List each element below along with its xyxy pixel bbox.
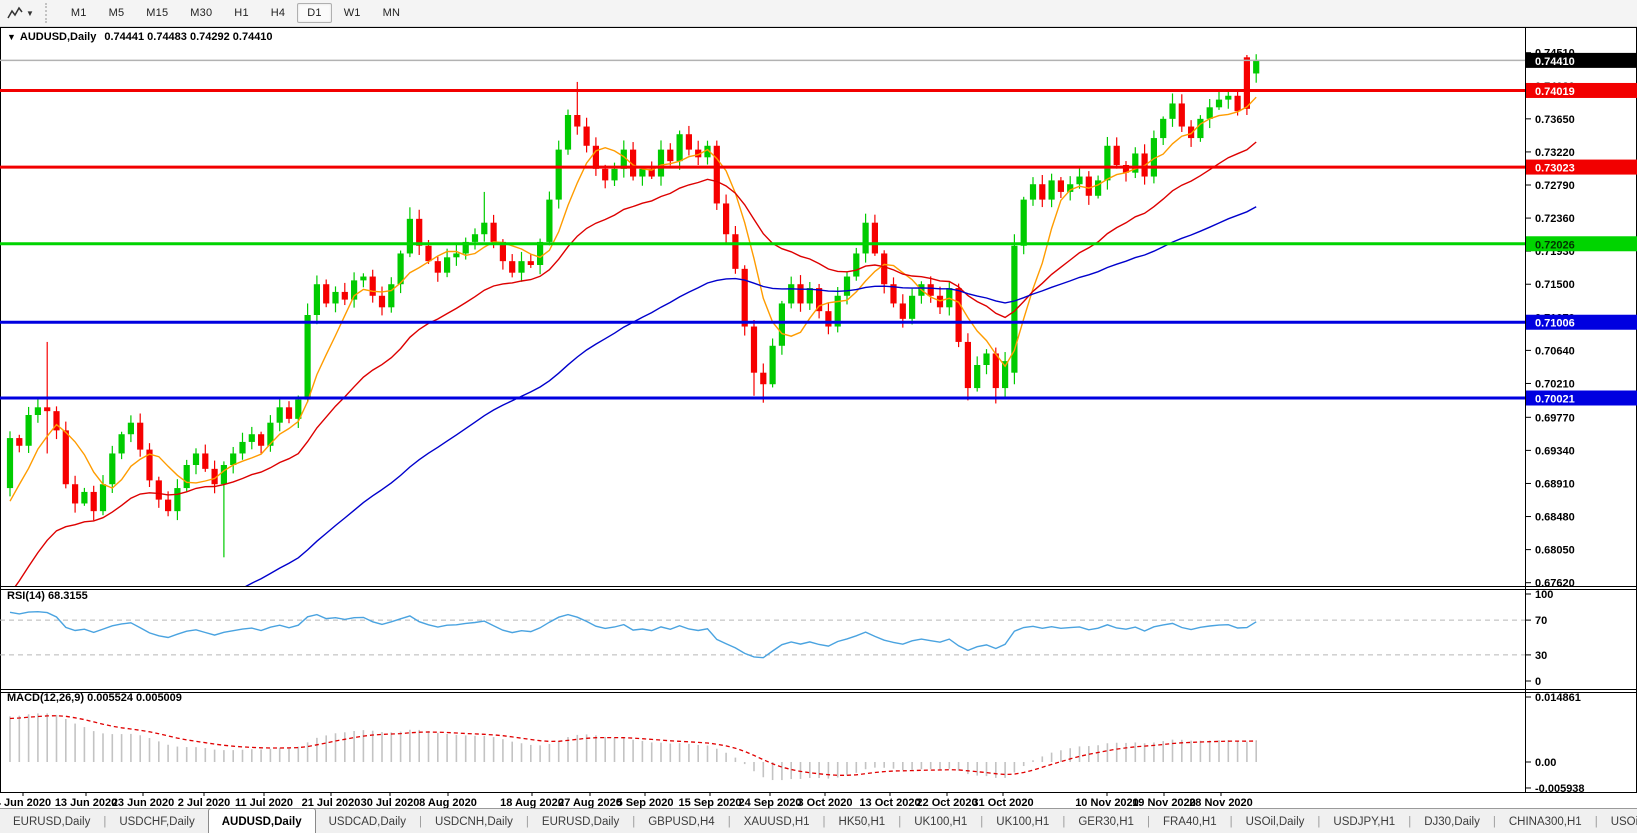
price-tick-label: 0.73220 bbox=[1535, 147, 1575, 159]
tab-usdchf-daily[interactable]: USDCHF,Daily bbox=[106, 809, 207, 833]
date-tick-label: 5 Sep 2020 bbox=[617, 797, 674, 808]
tab-usdcnh-daily[interactable]: USDCNH,Daily bbox=[422, 809, 526, 833]
tab-ger30-h1[interactable]: GER30,H1 bbox=[1065, 809, 1147, 833]
symbol-caret-icon: ▼ bbox=[7, 32, 16, 42]
price-badge-label: 0.72026 bbox=[1535, 239, 1575, 251]
price-badge-label: 0.73023 bbox=[1535, 163, 1575, 175]
price-tick-label: 0.69340 bbox=[1535, 445, 1575, 457]
macd-axis-label: 0.014861 bbox=[1535, 692, 1581, 704]
price-tick-label: 0.71500 bbox=[1535, 279, 1575, 291]
tab-usoil-daily[interactable]: USOil,Daily bbox=[1233, 809, 1318, 833]
chart-title: ▼ AUDUSD,Daily 0.74441 0.74483 0.74292 0.7… bbox=[7, 31, 273, 43]
date-tick-label: 27 Aug 2020 bbox=[558, 797, 622, 808]
price-tick-label: 0.67620 bbox=[1535, 578, 1575, 590]
date-tick-label: 28 Nov 2020 bbox=[1189, 797, 1253, 808]
rsi-axis-label: 70 bbox=[1535, 615, 1547, 627]
rsi-axis-label: 30 bbox=[1535, 650, 1547, 662]
chart-symbol-label: AUDUSD,Daily bbox=[19, 31, 97, 43]
price-tick-label: 0.68480 bbox=[1535, 512, 1575, 524]
date-tick-label: 23 Jun 2020 bbox=[112, 797, 174, 808]
tab-usdjpy-h1[interactable]: USDJPY,H1 bbox=[1320, 809, 1408, 833]
macd-axis-label: -0.005938 bbox=[1535, 783, 1585, 795]
date-tick-label: 4 Jun 2020 bbox=[0, 797, 51, 808]
date-tick-label: 31 Oct 2020 bbox=[972, 797, 1033, 808]
tab-uk100-h1[interactable]: UK100,H1 bbox=[901, 809, 980, 833]
price-badge-label: 0.74019 bbox=[1535, 86, 1575, 98]
price-tick-label: 0.72790 bbox=[1535, 180, 1575, 192]
price-tick-label: 0.70640 bbox=[1535, 345, 1575, 357]
price-tick-label: 0.68050 bbox=[1535, 545, 1575, 557]
date-tick-label: 24 Sep 2020 bbox=[739, 797, 802, 808]
tab-hk50-h1[interactable]: HK50,H1 bbox=[826, 809, 899, 833]
date-tick-label: 21 Jul 2020 bbox=[302, 797, 361, 808]
price-chart[interactable]: 0.745100.740800.736500.732200.727900.723… bbox=[0, 0, 1637, 808]
time-axis[interactable]: 4 Jun 2020 13 Jun 202023 Jun 2020 2 Jul 20… bbox=[0, 792, 1253, 808]
macd-axis-label: 0.00 bbox=[1535, 757, 1556, 769]
date-tick-label: 13 Jun 2020 bbox=[55, 797, 117, 808]
chart-ohlc-quote: 0.74441 0.74483 0.74292 0.74410 bbox=[104, 31, 273, 43]
tab-fra40-h1[interactable]: FRA40,H1 bbox=[1150, 809, 1230, 833]
date-tick-label: 8 Aug 2020 bbox=[419, 797, 477, 808]
chart-plot-area[interactable] bbox=[0, 27, 1525, 792]
tab-eurusd-daily[interactable]: EURUSD,Daily bbox=[0, 809, 103, 833]
price-tick-label: 0.73650 bbox=[1535, 114, 1575, 126]
date-tick-label: 11 Jul 2020 bbox=[235, 797, 293, 808]
rsi-axis-label: 100 bbox=[1535, 589, 1553, 601]
macd-name: MACD(12,26,9) bbox=[7, 692, 85, 704]
rsi-axis-label: 0 bbox=[1535, 676, 1541, 688]
chart-tab-bar: EURUSD,Daily | USDCHF,Daily AUDUSD,Daily USD… bbox=[0, 808, 1637, 833]
tab-usdcad-daily[interactable]: USDCAD,Daily bbox=[316, 809, 419, 833]
price-tick-label: 0.70210 bbox=[1535, 378, 1575, 390]
date-tick-label: 19 Nov 2020 bbox=[1132, 797, 1196, 808]
date-tick-label: 3 Oct 2020 bbox=[797, 797, 852, 808]
mt4-terminal: ▼ M1 M5 M15 M30 H1 H4 D1 W1 MN ▼ AUDUSD,Daily 0.74… bbox=[0, 0, 1637, 833]
date-tick-label: 22 Oct 2020 bbox=[916, 797, 977, 808]
date-tick-label: 30 Jul 2020 bbox=[361, 797, 420, 808]
rsi-indicator-label: RSI(14) 68.3155 bbox=[7, 590, 88, 602]
tab-xauusd-h1[interactable]: XAUUSD,H1 bbox=[731, 809, 823, 833]
price-badge-label: 0.70021 bbox=[1535, 394, 1575, 406]
tab-audusd-daily[interactable]: AUDUSD,Daily bbox=[207, 808, 316, 833]
price-tick-label: 0.69770 bbox=[1535, 412, 1575, 424]
date-tick-label: 2 Jul 2020 bbox=[178, 797, 231, 808]
rsi-value: 68.3155 bbox=[47, 590, 88, 602]
macd-indicator-label: MACD(12,26,9) 0.005524 0.005009 bbox=[7, 692, 182, 704]
price-badge-label: 0.71006 bbox=[1535, 318, 1575, 330]
tab-eurusd-daily[interactable]: EURUSD,Daily bbox=[529, 809, 632, 833]
tab-usoil-h1[interactable]: USOil,H1 bbox=[1598, 809, 1637, 833]
tab-china300-h1[interactable]: CHINA300,H1 bbox=[1496, 809, 1595, 833]
date-tick-label: 10 Nov 2020 bbox=[1075, 797, 1139, 808]
price-tick-label: 0.72360 bbox=[1535, 213, 1575, 225]
date-tick-label: 15 Sep 2020 bbox=[679, 797, 742, 808]
date-tick-label: 13 Oct 2020 bbox=[859, 797, 920, 808]
macd-values: 0.005524 0.005009 bbox=[87, 692, 182, 704]
date-tick-label: 18 Aug 2020 bbox=[500, 797, 564, 808]
tab-uk100-h1[interactable]: UK100,H1 bbox=[983, 809, 1062, 833]
tab-dj30-daily[interactable]: DJ30,Daily bbox=[1411, 809, 1493, 833]
rsi-name: RSI(14) bbox=[7, 590, 45, 602]
tab-gbpusd-h4[interactable]: GBPUSD,H4 bbox=[635, 809, 727, 833]
price-tick-label: 0.68910 bbox=[1535, 478, 1575, 490]
price-badge-label: 0.74410 bbox=[1535, 56, 1575, 68]
